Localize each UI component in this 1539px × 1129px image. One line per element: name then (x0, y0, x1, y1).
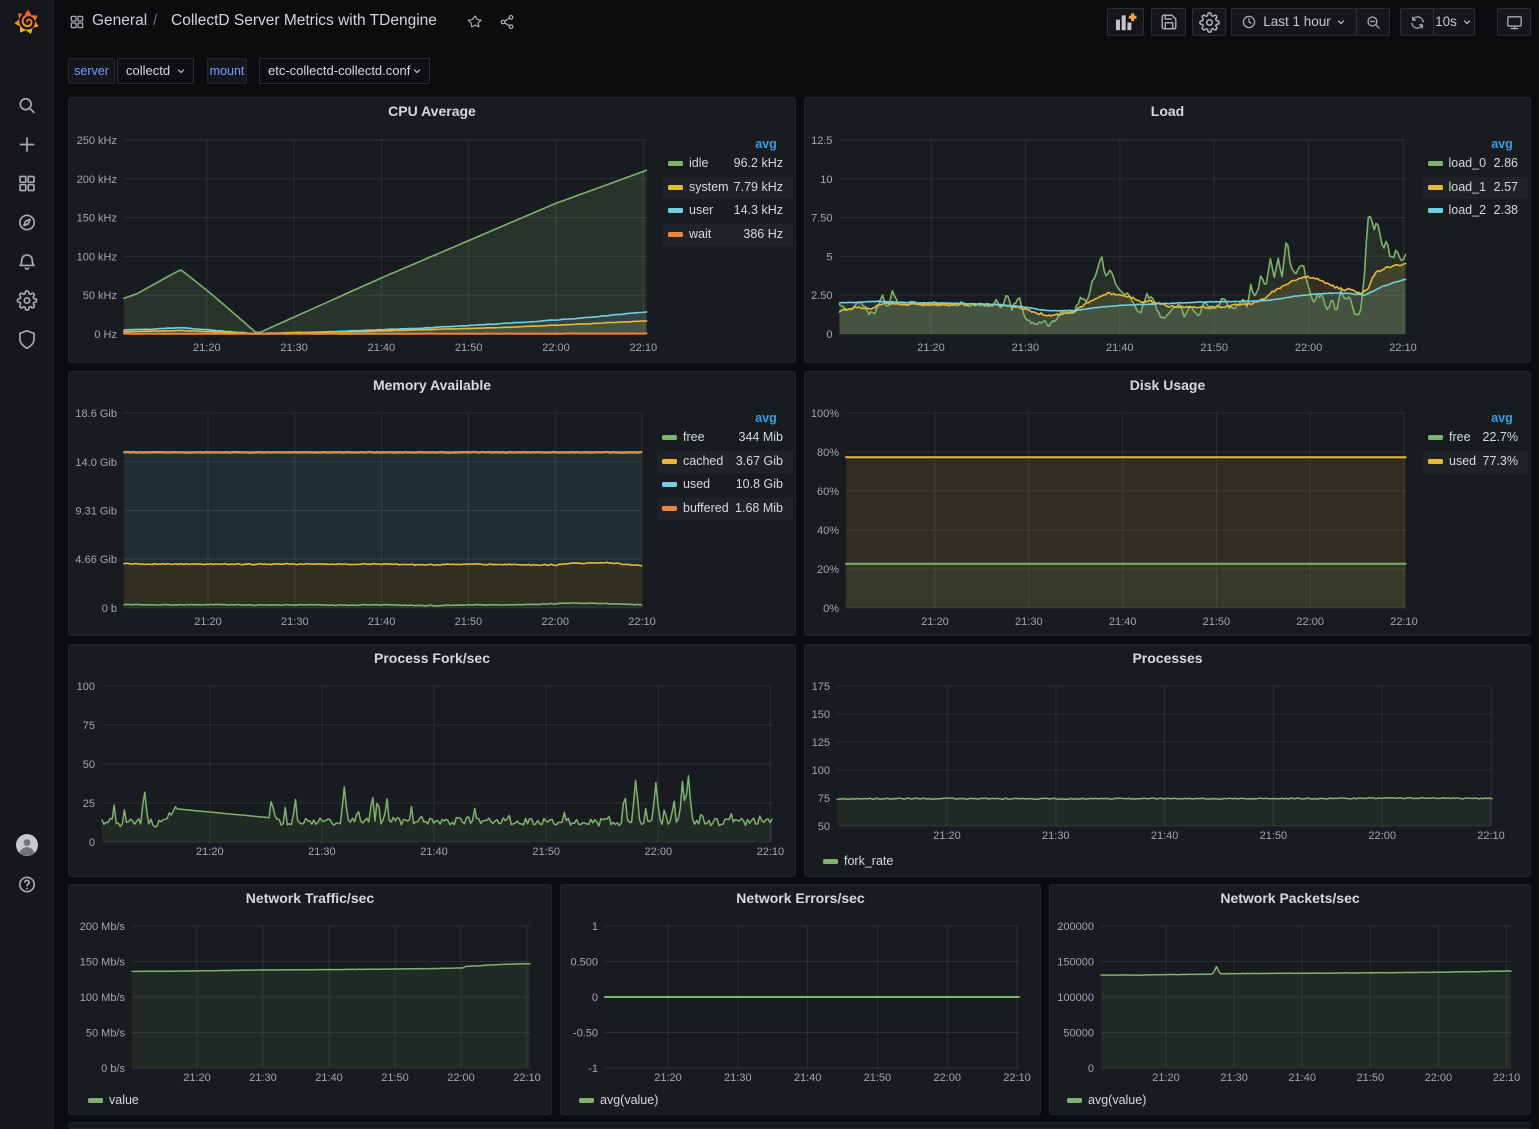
svg-text:22:00: 22:00 (542, 342, 570, 354)
svg-text:21:30: 21:30 (249, 1072, 277, 1084)
svg-text:125: 125 (812, 737, 830, 749)
svg-text:0: 0 (826, 329, 832, 341)
svg-text:21:30: 21:30 (281, 616, 309, 628)
svg-text:21:30: 21:30 (724, 1072, 752, 1084)
svg-text:21:50: 21:50 (455, 616, 483, 628)
svg-text:100: 100 (812, 765, 830, 777)
svg-text:21:40: 21:40 (1288, 1072, 1316, 1084)
svg-text:50: 50 (818, 821, 830, 833)
svg-text:21:20: 21:20 (196, 846, 224, 858)
svg-text:21:20: 21:20 (183, 1072, 211, 1084)
svg-text:22:10: 22:10 (630, 342, 658, 354)
svg-text:0: 0 (1088, 1063, 1094, 1075)
svg-text:21:30: 21:30 (1012, 342, 1040, 354)
svg-text:100: 100 (77, 681, 95, 693)
svg-text:21:40: 21:40 (1109, 616, 1137, 628)
svg-text:21:40: 21:40 (1106, 342, 1134, 354)
svg-text:21:20: 21:20 (1152, 1072, 1180, 1084)
svg-text:75: 75 (83, 720, 95, 732)
svg-text:21:40: 21:40 (1151, 830, 1179, 842)
svg-text:21:40: 21:40 (794, 1072, 822, 1084)
svg-text:21:20: 21:20 (917, 342, 945, 354)
svg-text:22:00: 22:00 (1368, 830, 1396, 842)
svg-text:22:00: 22:00 (1425, 1072, 1453, 1084)
svg-text:22:10: 22:10 (628, 616, 656, 628)
svg-text:22:10: 22:10 (1477, 830, 1505, 842)
svg-text:0%: 0% (823, 603, 839, 615)
svg-text:-1: -1 (588, 1063, 598, 1075)
svg-text:4.66 Gib: 4.66 Gib (75, 554, 117, 566)
svg-text:50 kHz: 50 kHz (83, 290, 117, 302)
svg-text:150 Mb/s: 150 Mb/s (80, 957, 126, 969)
svg-text:21:30: 21:30 (1042, 830, 1070, 842)
svg-text:21:50: 21:50 (1260, 830, 1288, 842)
svg-text:1: 1 (592, 921, 598, 933)
svg-text:21:30: 21:30 (308, 846, 336, 858)
svg-text:50000: 50000 (1063, 1028, 1094, 1040)
svg-text:21:40: 21:40 (368, 616, 396, 628)
svg-text:22:00: 22:00 (447, 1072, 475, 1084)
svg-text:21:40: 21:40 (315, 1072, 343, 1084)
svg-text:21:50: 21:50 (455, 342, 483, 354)
svg-text:40%: 40% (817, 525, 839, 537)
svg-text:22:10: 22:10 (1493, 1072, 1521, 1084)
svg-text:150: 150 (812, 709, 830, 721)
svg-text:22:00: 22:00 (1295, 342, 1323, 354)
svg-text:21:50: 21:50 (1203, 616, 1231, 628)
svg-text:21:50: 21:50 (1357, 1072, 1385, 1084)
svg-text:0 Hz: 0 Hz (94, 329, 117, 341)
svg-text:21:40: 21:40 (368, 342, 396, 354)
svg-text:21:30: 21:30 (1220, 1072, 1248, 1084)
svg-text:22:10: 22:10 (1390, 616, 1418, 628)
svg-text:0 b: 0 b (102, 603, 117, 615)
svg-text:100 kHz: 100 kHz (77, 251, 117, 263)
svg-text:175: 175 (812, 681, 830, 693)
svg-text:21:50: 21:50 (532, 846, 560, 858)
svg-text:100 Mb/s: 100 Mb/s (80, 992, 126, 1004)
svg-text:50 Mb/s: 50 Mb/s (86, 1028, 126, 1040)
svg-text:0: 0 (592, 992, 598, 1004)
svg-text:22:00: 22:00 (933, 1072, 961, 1084)
svg-text:21:50: 21:50 (864, 1072, 892, 1084)
svg-text:22:10: 22:10 (757, 846, 785, 858)
svg-text:21:20: 21:20 (194, 616, 222, 628)
svg-text:21:50: 21:50 (381, 1072, 409, 1084)
svg-text:200000: 200000 (1057, 921, 1094, 933)
svg-text:50: 50 (83, 759, 95, 771)
svg-text:-0.50: -0.50 (573, 1028, 598, 1040)
svg-text:100000: 100000 (1057, 992, 1094, 1004)
svg-text:150000: 150000 (1057, 957, 1094, 969)
svg-text:22:10: 22:10 (513, 1072, 541, 1084)
svg-text:75: 75 (818, 793, 830, 805)
svg-text:20%: 20% (817, 564, 839, 576)
svg-text:5: 5 (826, 251, 832, 263)
svg-text:200 Mb/s: 200 Mb/s (80, 921, 126, 933)
svg-text:0: 0 (89, 837, 95, 849)
svg-text:21:20: 21:20 (654, 1072, 682, 1084)
svg-text:60%: 60% (817, 486, 839, 498)
svg-text:0 b/s: 0 b/s (101, 1063, 125, 1075)
svg-text:22:10: 22:10 (1003, 1072, 1031, 1084)
svg-text:21:40: 21:40 (420, 846, 448, 858)
svg-text:21:30: 21:30 (1015, 616, 1043, 628)
svg-text:21:30: 21:30 (280, 342, 308, 354)
svg-text:22:00: 22:00 (541, 616, 569, 628)
svg-text:22:10: 22:10 (1389, 342, 1417, 354)
svg-text:25: 25 (83, 798, 95, 810)
svg-text:22:00: 22:00 (1296, 616, 1324, 628)
svg-text:21:20: 21:20 (193, 342, 221, 354)
svg-text:22:00: 22:00 (645, 846, 673, 858)
svg-text:21:20: 21:20 (921, 616, 949, 628)
svg-text:0.500: 0.500 (570, 957, 598, 969)
svg-text:2.50: 2.50 (811, 290, 832, 302)
svg-text:21:50: 21:50 (1200, 342, 1228, 354)
svg-text:21:20: 21:20 (933, 830, 961, 842)
